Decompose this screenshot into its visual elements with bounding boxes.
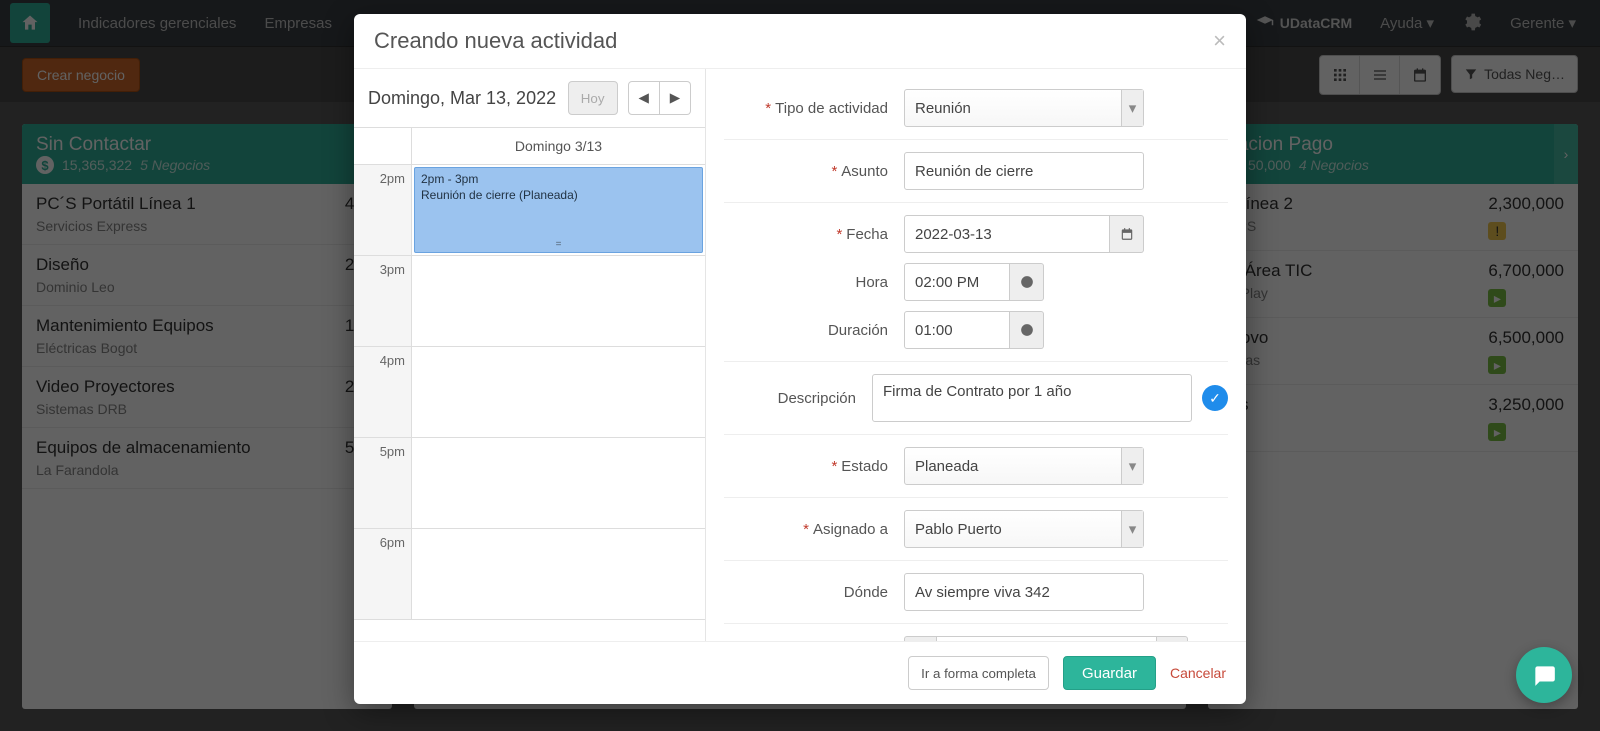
label-tipo: Tipo de actividad bbox=[775, 100, 888, 117]
hour-label: 6pm bbox=[354, 529, 412, 619]
add-contact-button[interactable]: ✦ bbox=[904, 636, 936, 641]
chevron-down-icon: ▾ bbox=[1121, 448, 1143, 484]
time-slot[interactable] bbox=[412, 438, 705, 528]
time-slot[interactable] bbox=[412, 256, 705, 346]
state-select[interactable]: Planeada▾ bbox=[904, 447, 1144, 485]
modal-title: Creando nueva actividad bbox=[374, 28, 617, 54]
event-time: 2pm - 3pm bbox=[421, 172, 696, 186]
hour-label: 4pm bbox=[354, 347, 412, 437]
hour-label: 5pm bbox=[354, 438, 412, 528]
location-input[interactable] bbox=[904, 573, 1144, 611]
contact-input[interactable] bbox=[936, 636, 1157, 641]
time-slot[interactable] bbox=[412, 347, 705, 437]
save-button[interactable]: Guardar bbox=[1063, 656, 1156, 690]
date-input[interactable] bbox=[904, 215, 1110, 253]
label-descripcion: Descripción bbox=[778, 390, 856, 407]
time-slot[interactable] bbox=[412, 529, 705, 619]
calendar-picker-button[interactable] bbox=[1110, 215, 1144, 253]
chat-button[interactable] bbox=[1516, 647, 1572, 703]
description-textarea[interactable]: Firma de Contrato por 1 año bbox=[872, 374, 1192, 422]
assignee-select[interactable]: Pablo Puerto▾ bbox=[904, 510, 1144, 548]
clock-icon bbox=[1020, 323, 1034, 337]
duration-picker-button[interactable] bbox=[1010, 311, 1044, 349]
today-button[interactable]: Hoy bbox=[568, 81, 618, 115]
chevron-down-icon: ▾ bbox=[1121, 511, 1143, 547]
activity-form: *Tipo de actividad Reunión▾ *Asunto *Fec… bbox=[706, 69, 1246, 641]
calendar-pane: Domingo, Mar 13, 2022 Hoy ◀ ▶ Domingo 3/… bbox=[354, 69, 706, 641]
full-form-button[interactable]: Ir a forma completa bbox=[908, 656, 1049, 690]
hour-label: 3pm bbox=[354, 256, 412, 346]
next-day-button[interactable]: ▶ bbox=[660, 81, 691, 115]
label-fecha: Fecha bbox=[846, 226, 888, 243]
label-asignado: Asignado a bbox=[813, 521, 888, 538]
hour-label: 2pm bbox=[354, 165, 412, 255]
calendar-icon bbox=[1120, 227, 1134, 241]
close-button[interactable]: × bbox=[1213, 28, 1226, 54]
create-activity-modal: Creando nueva actividad × Domingo, Mar 1… bbox=[354, 14, 1246, 704]
label-hora: Hora bbox=[855, 274, 888, 291]
time-input[interactable] bbox=[904, 263, 1010, 301]
clock-icon bbox=[1020, 275, 1034, 289]
label-duracion: Duración bbox=[828, 322, 888, 339]
modal-header: Creando nueva actividad × bbox=[354, 14, 1246, 68]
prev-day-button[interactable]: ◀ bbox=[628, 81, 660, 115]
label-estado: Estado bbox=[841, 458, 888, 475]
chat-icon bbox=[1531, 662, 1557, 688]
time-slot[interactable]: 2pm - 3pm Reunión de cierre (Planeada) = bbox=[412, 165, 705, 255]
search-contact-button[interactable] bbox=[1157, 636, 1189, 641]
duration-input[interactable] bbox=[904, 311, 1010, 349]
subject-input[interactable] bbox=[904, 152, 1144, 190]
event-title: Reunión de cierre (Planeada) bbox=[421, 188, 696, 202]
label-asunto: Asunto bbox=[841, 163, 888, 180]
activity-type-select[interactable]: Reunión▾ bbox=[904, 89, 1144, 127]
chevron-down-icon: ▾ bbox=[1121, 90, 1143, 126]
calendar-date-heading: Domingo, Mar 13, 2022 bbox=[368, 88, 558, 109]
day-column-label: Domingo 3/13 bbox=[412, 128, 705, 164]
modal-overlay: Creando nueva actividad × Domingo, Mar 1… bbox=[0, 0, 1600, 731]
resize-handle-icon[interactable]: = bbox=[415, 239, 702, 250]
label-donde: Dónde bbox=[844, 584, 888, 601]
validated-icon: ✓ bbox=[1202, 385, 1228, 411]
modal-footer: Ir a forma completa Guardar Cancelar bbox=[354, 642, 1246, 704]
time-picker-button[interactable] bbox=[1010, 263, 1044, 301]
calendar-event[interactable]: 2pm - 3pm Reunión de cierre (Planeada) = bbox=[414, 167, 703, 253]
cancel-link[interactable]: Cancelar bbox=[1170, 665, 1226, 681]
